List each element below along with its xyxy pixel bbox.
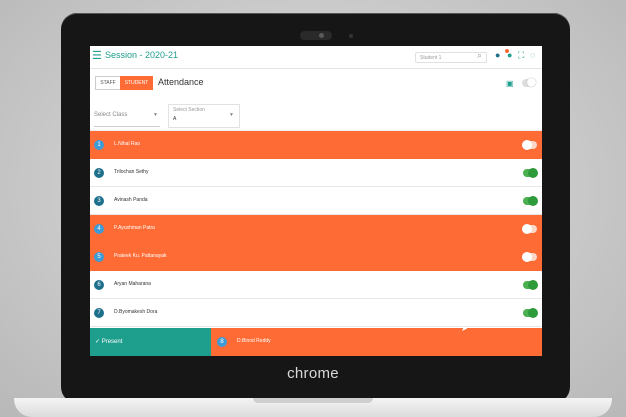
present-button[interactable]: ✓ Present [90,328,211,356]
webcam-icon [300,31,332,40]
student-name: P.Ayushman Patra [114,225,155,231]
menu-icon[interactable]: ☰ [92,50,102,62]
session-title: Session - 2020-21 [105,50,179,60]
attendance-footer: ✓ Present 8 D.Binod Reddy ➤ [90,324,542,356]
attendance-toggle[interactable] [523,280,538,290]
clipboard-icon[interactable]: ▣ [506,79,514,88]
roll-number-badge: 2 [94,168,104,178]
camera-indicator [349,34,353,38]
fullscreen-icon[interactable]: ⛶ [518,50,524,61]
laptop-base-notch [253,398,373,403]
roll-number-badge: 1 [94,140,104,150]
attendance-toggle[interactable] [522,140,537,150]
page-title: Attendance [158,77,204,87]
student-row[interactable]: 6 Aryan Maharana [90,271,542,299]
device-brand-label: chrome [287,365,339,382]
student-name: Prateek Ku. Pattanayak [114,253,167,259]
student-name: L.Nihal Rao [114,141,141,147]
info-icon[interactable]: ● [507,50,512,61]
absent-summary[interactable]: 8 D.Binod Reddy ➤ [211,324,542,356]
student-name: Trilochan Sethy [114,169,149,175]
section-select-label: Select Section [173,107,205,113]
student-row[interactable]: 3 Avinash Panda [90,187,542,215]
absent-student-name: D.Binod Reddy [237,338,271,344]
tab-staff[interactable]: STAFF [95,76,121,90]
attendance-toggle[interactable] [523,196,538,206]
roll-number-badge: 5 [94,252,104,262]
cursor-icon: ➤ [461,324,468,333]
section-select[interactable]: Select Section A ▼ [168,104,240,128]
section-select-value: A [173,116,177,122]
attendance-toggle[interactable] [523,308,538,318]
filter-bar: Select Class ▼ Select Section A ▼ [90,98,542,131]
student-row[interactable]: 2 Trilochan Sethy [90,159,542,187]
page-header: STAFF STUDENT Attendance ▣ [90,70,542,96]
roll-number-badge: 4 [94,224,104,234]
attendance-toggle[interactable] [522,252,537,262]
roll-number-badge: 3 [94,196,104,206]
class-select[interactable]: Select Class ▼ [94,104,160,127]
roll-number-badge: 7 [94,308,104,318]
top-app-bar: ☰ Session - 2020-21 Student 1 ⌕ ● ● ⛶ ◌ [90,46,542,69]
student-row[interactable]: 5 Prateek Ku. Pattanayak [90,243,542,271]
attendance-toggle[interactable] [522,224,537,234]
app-screen: ☰ Session - 2020-21 Student 1 ⌕ ● ● ⛶ ◌ … [90,46,542,356]
power-icon[interactable]: ◌ [530,50,535,61]
present-label: ✓ Present [95,339,123,345]
attendance-toggle[interactable] [523,168,538,178]
class-select-label: Select Class [94,112,128,118]
student-row[interactable]: 7 D.Byomakesh Dora [90,299,542,327]
student-name: D.Byomakesh Dora [114,309,158,315]
student-row[interactable]: 4 P.Ayushman Patra [90,215,542,243]
student-name: Aryan Maharana [114,281,151,287]
tab-student[interactable]: STUDENT [120,76,153,90]
roll-number-badge: 8 [217,337,227,347]
mark-all-toggle[interactable] [522,78,536,87]
student-row[interactable]: 1 L.Nihal Rao [90,131,542,159]
notification-icon[interactable]: ● [495,50,500,61]
roll-number-badge: 6 [94,280,104,290]
chevron-down-icon: ▼ [153,112,158,118]
student-name: Avinash Panda [114,197,148,203]
search-icon[interactable]: ⌕ [477,50,482,61]
chevron-down-icon: ▼ [229,112,234,118]
